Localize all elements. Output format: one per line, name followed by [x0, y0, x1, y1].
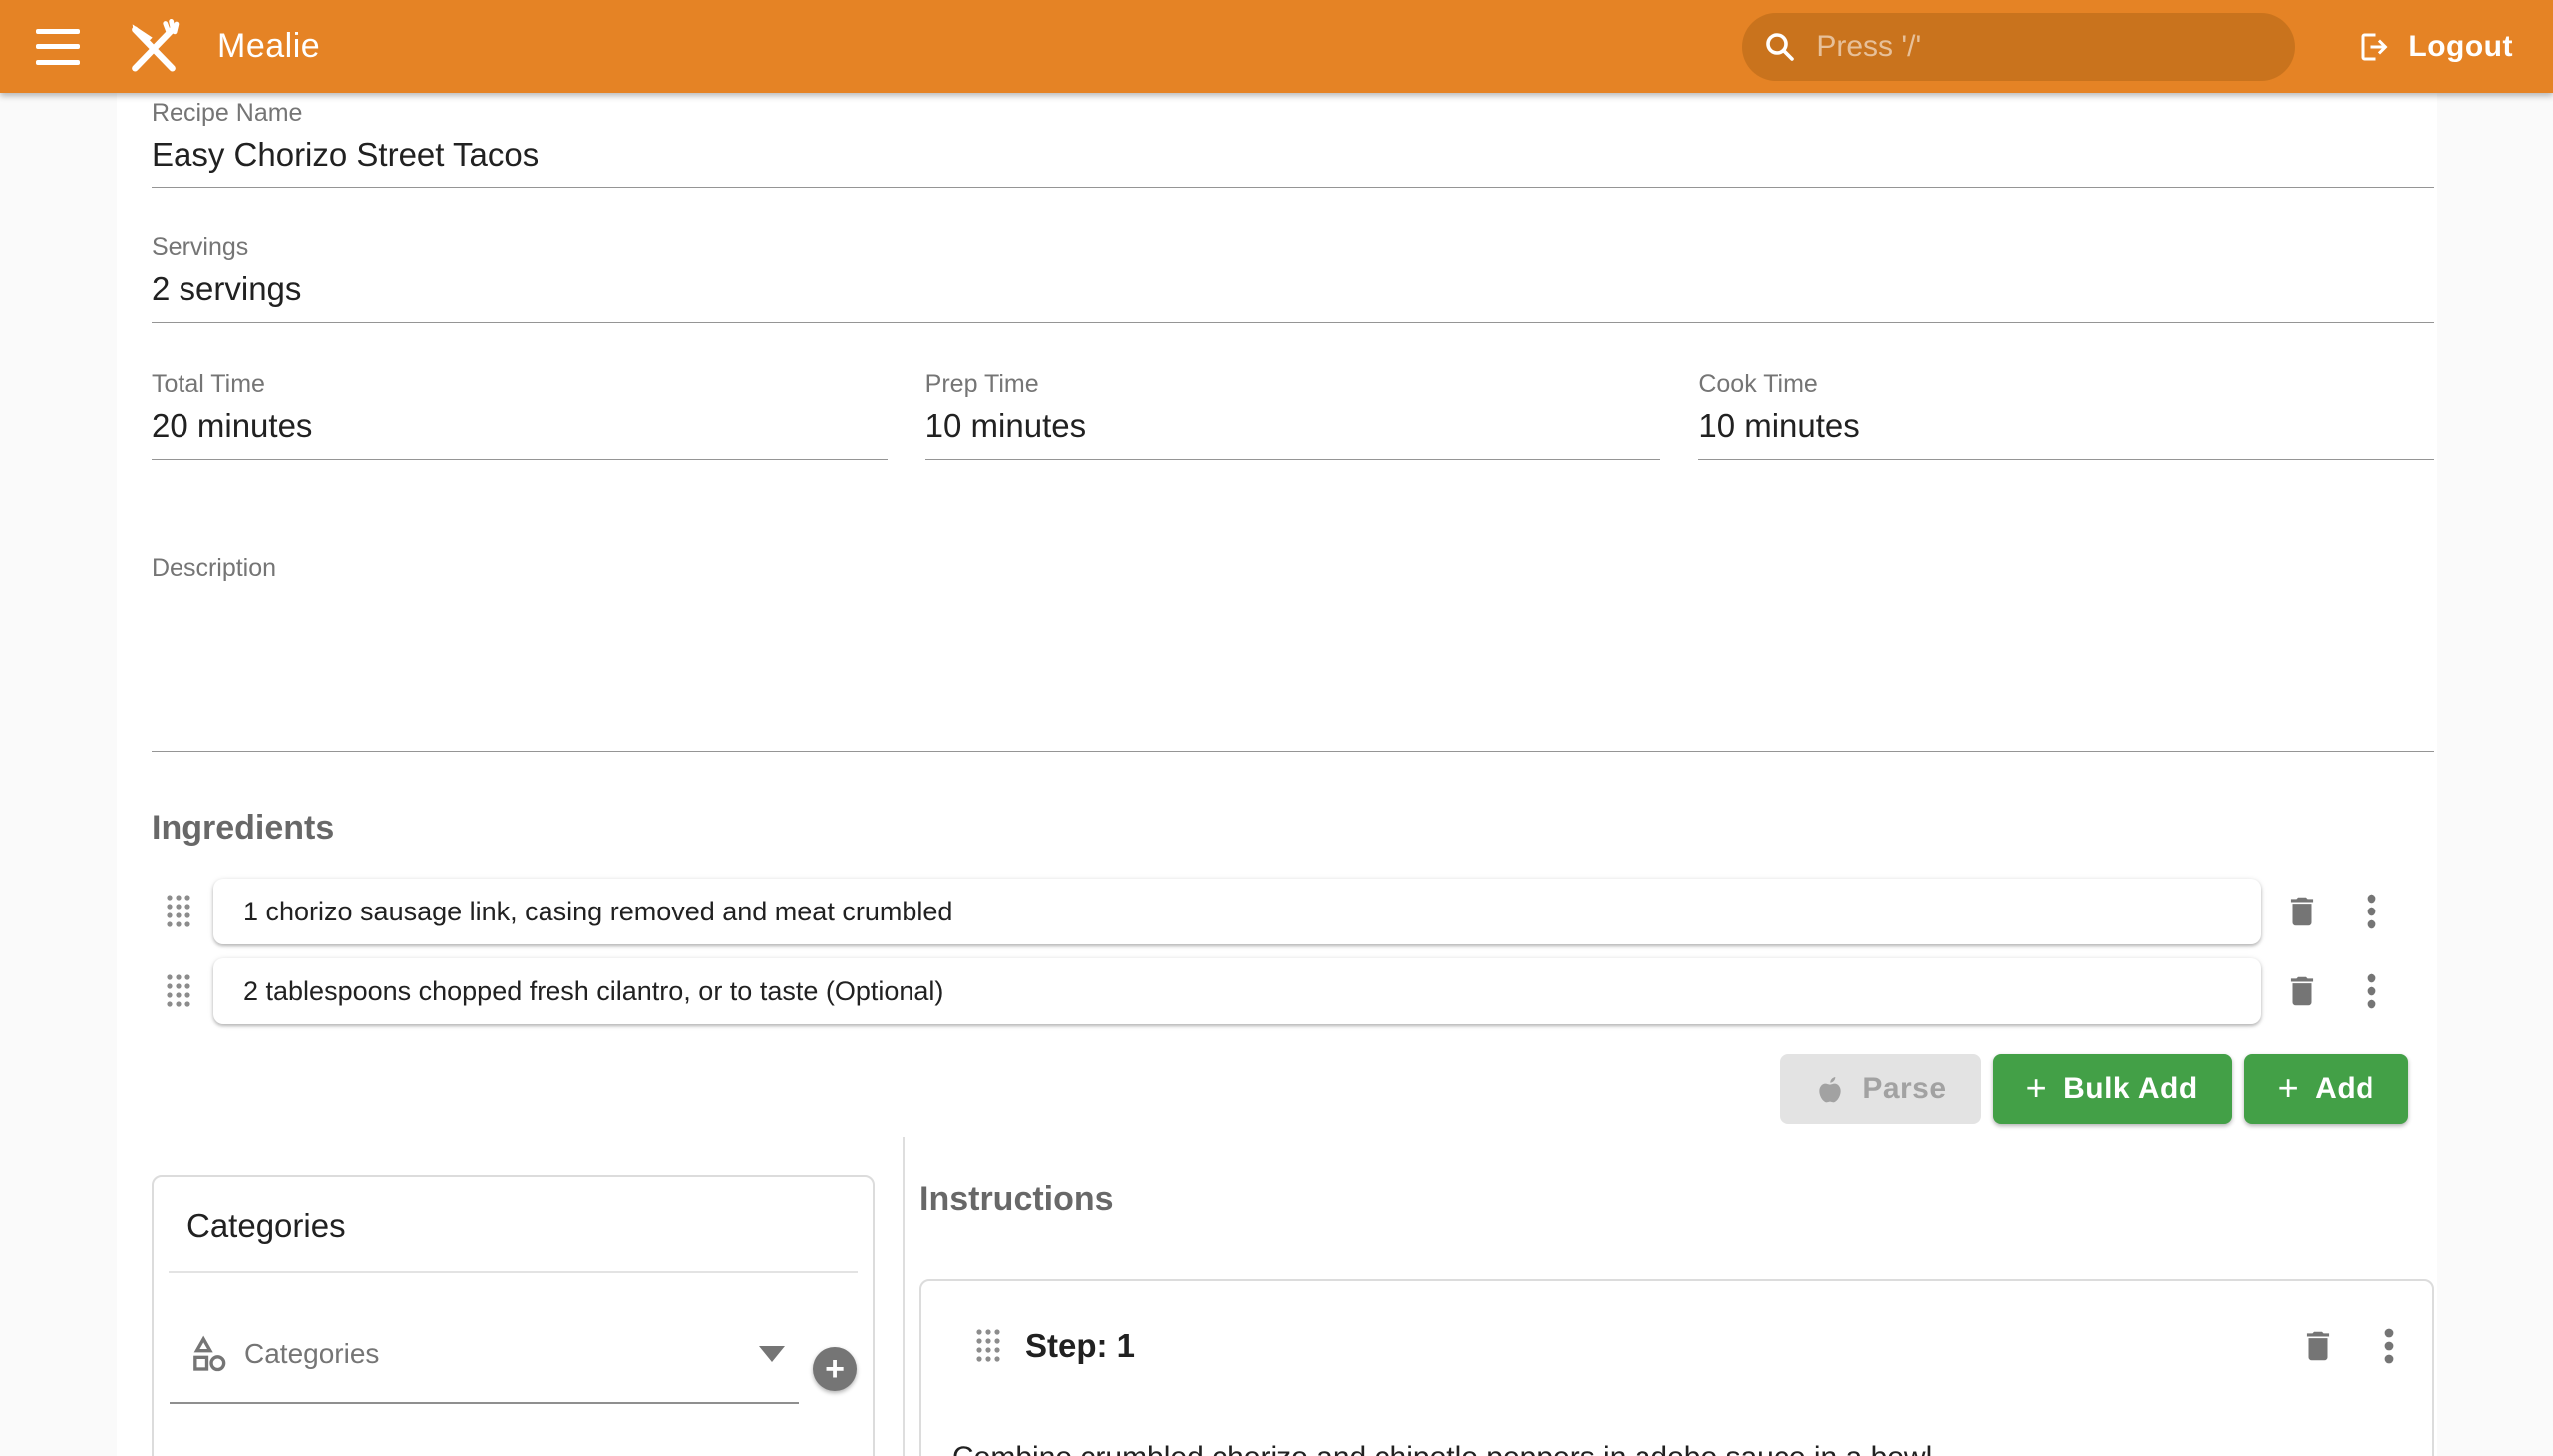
drag-handle-icon[interactable] — [166, 894, 191, 929]
categories-card-title: Categories — [154, 1177, 873, 1271]
drag-handle-icon[interactable] — [975, 1328, 1001, 1364]
apple-icon — [1814, 1073, 1846, 1105]
prep-time-field: Prep Time — [925, 369, 1661, 460]
prep-time-label: Prep Time — [925, 369, 1661, 399]
servings-label: Servings — [152, 232, 2434, 262]
ingredient-row — [152, 879, 2434, 944]
ingredient-input-card — [213, 958, 2261, 1024]
step-text[interactable]: Combine crumbled chorizo and chipotle pe… — [952, 1437, 2392, 1456]
ingredient-row — [152, 958, 2434, 1024]
plus-icon: + — [2026, 1070, 2048, 1106]
drag-handle-icon[interactable] — [166, 973, 191, 1009]
shapes-icon — [189, 1334, 229, 1374]
step-title: Step: 1 — [1025, 1327, 1135, 1365]
parse-label: Parse — [1862, 1072, 1946, 1106]
ingredient-menu-icon[interactable] — [2357, 972, 2386, 1010]
logout-label: Logout — [2408, 30, 2513, 64]
cook-time-input[interactable] — [1698, 406, 2434, 460]
add-label: Add — [2315, 1072, 2374, 1106]
cook-time-label: Cook Time — [1698, 369, 2434, 399]
cook-time-field: Cook Time — [1698, 369, 2434, 460]
categories-select-label: Categories — [244, 1338, 744, 1370]
categories-card: Categories — [152, 1175, 875, 1456]
prep-time-input[interactable] — [925, 406, 1661, 460]
app-header: Mealie Logout — [0, 0, 2553, 93]
ingredients-section-title: Ingredients — [152, 808, 2434, 848]
ingredient-menu-icon[interactable] — [2357, 893, 2386, 930]
ingredient-input[interactable] — [241, 975, 2233, 1008]
ingredient-input[interactable] — [241, 896, 2233, 928]
servings-input[interactable] — [152, 269, 2434, 323]
plus-icon: + — [825, 1349, 845, 1389]
total-time-input[interactable] — [152, 406, 888, 460]
mealie-logo-icon[interactable] — [122, 15, 185, 79]
menu-icon[interactable] — [36, 29, 80, 65]
chevron-down-icon — [759, 1346, 785, 1362]
total-time-label: Total Time — [152, 369, 888, 399]
categories-select[interactable]: Categories — [170, 1334, 799, 1404]
bulk-add-label: Bulk Add — [2063, 1072, 2198, 1106]
mealie-app: Mealie Logout Recipe — [0, 0, 2553, 1456]
divider — [169, 1271, 858, 1273]
recipe-editor: Recipe Name Servings Total Time Prep Tim… — [117, 93, 2437, 1456]
delete-ingredient-icon[interactable] — [2283, 893, 2321, 930]
search-icon — [1762, 29, 1798, 65]
instructions-section-title: Instructions — [919, 1179, 2434, 1219]
step-menu-icon[interactable] — [2374, 1327, 2404, 1365]
description-textarea[interactable] — [152, 583, 2434, 752]
logout-button[interactable]: Logout — [2351, 28, 2519, 66]
delete-ingredient-icon[interactable] — [2283, 972, 2321, 1010]
delete-step-icon[interactable] — [2299, 1327, 2337, 1365]
plus-icon: + — [2278, 1070, 2300, 1106]
bulk-add-button[interactable]: + Bulk Add — [1993, 1054, 2232, 1124]
recipe-name-label: Recipe Name — [152, 98, 2434, 128]
logout-icon — [2357, 29, 2392, 65]
description-field: Description — [152, 553, 2434, 752]
app-title: Mealie — [217, 27, 320, 66]
ingredient-input-card — [213, 879, 2261, 944]
description-label: Description — [152, 553, 2434, 583]
total-time-field: Total Time — [152, 369, 888, 460]
recipe-name-field: Recipe Name — [152, 98, 2434, 188]
parse-button[interactable]: Parse — [1780, 1054, 1980, 1124]
search-input[interactable] — [1814, 29, 2275, 65]
instruction-step-card: Step: 1 — [919, 1279, 2434, 1456]
add-category-button[interactable]: + — [813, 1347, 857, 1391]
add-ingredient-button[interactable]: + Add — [2244, 1054, 2408, 1124]
search-box[interactable] — [1742, 13, 2295, 81]
servings-field: Servings — [152, 232, 2434, 323]
recipe-name-input[interactable] — [152, 135, 2434, 188]
